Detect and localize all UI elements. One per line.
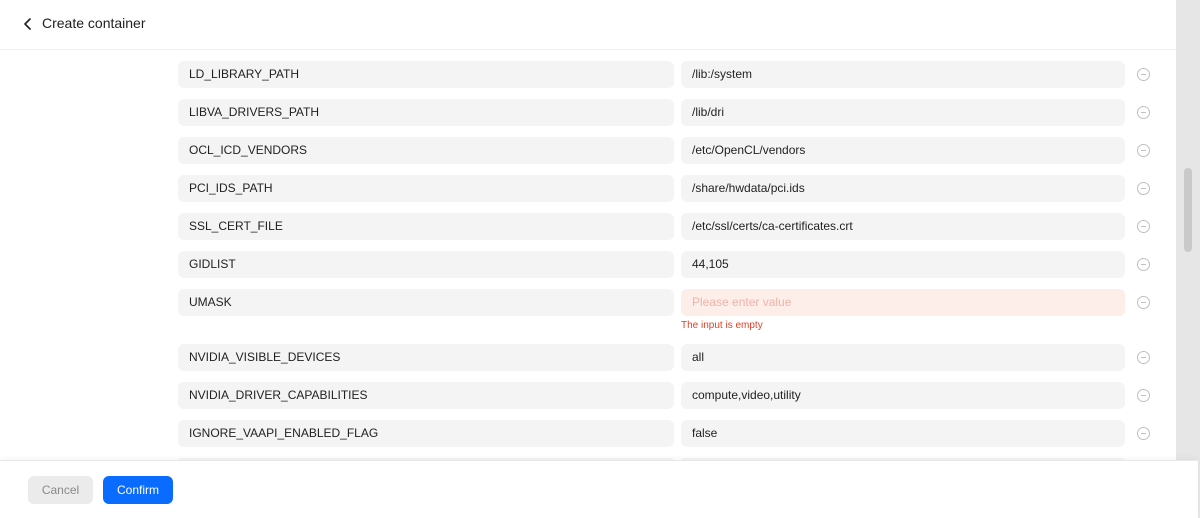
env-var-row: NVIDIA_DRIVER_CAPABILITIES <box>0 382 1176 410</box>
env-var-value[interactable] <box>681 289 1125 316</box>
env-var-key[interactable]: UMASK <box>178 289 674 316</box>
env-var-key[interactable]: SSL_CERT_FILE <box>178 213 674 240</box>
remove-circle-icon[interactable] <box>1137 296 1150 309</box>
remove-circle-icon[interactable] <box>1137 389 1150 402</box>
page-title: Create container <box>42 15 146 31</box>
env-var-row: GIDLIST <box>0 251 1176 279</box>
env-var-key[interactable]: IGNORE_VAAPI_ENABLED_FLAG <box>178 420 674 447</box>
env-var-key[interactable]: OCL_ICD_VENDORS <box>178 137 674 164</box>
env-var-value[interactable] <box>681 61 1125 88</box>
remove-circle-icon[interactable] <box>1137 351 1150 364</box>
env-var-value[interactable] <box>681 251 1125 278</box>
env-var-value[interactable] <box>681 213 1125 240</box>
remove-circle-icon[interactable] <box>1137 144 1150 157</box>
env-var-value[interactable] <box>681 420 1125 447</box>
remove-circle-icon[interactable] <box>1137 106 1150 119</box>
env-var-key[interactable]: LD_LIBRARY_PATH <box>178 61 674 88</box>
env-var-key[interactable]: PCI_IDS_PATH <box>178 175 674 202</box>
env-var-value[interactable] <box>681 382 1125 409</box>
env-var-row: LIBVA_DRIVERS_PATH <box>0 99 1176 127</box>
env-var-row: LD_LIBRARY_PATH <box>0 61 1176 89</box>
env-var-key[interactable]: NVIDIA_VISIBLE_DEVICES <box>178 344 674 371</box>
footer: Cancel Confirm <box>0 460 1198 518</box>
scrollbar-thumb[interactable] <box>1184 168 1192 252</box>
env-var-value[interactable] <box>681 99 1125 126</box>
env-var-value[interactable] <box>681 344 1125 371</box>
header: Create container <box>0 0 1176 50</box>
env-var-row: IGNORE_VAAPI_ENABLED_FLAG <box>0 420 1176 448</box>
remove-circle-icon[interactable] <box>1137 182 1150 195</box>
confirm-button[interactable]: Confirm <box>103 476 173 504</box>
env-var-key[interactable]: GIDLIST <box>178 251 674 278</box>
dialog-panel: Create container LD_LIBRARY_PATH LIBVA_D… <box>0 0 1176 518</box>
error-message: The input is empty <box>681 320 763 331</box>
env-var-row: SSL_CERT_FILE <box>0 213 1176 241</box>
env-var-value[interactable] <box>681 175 1125 202</box>
back-button[interactable] <box>18 14 38 34</box>
remove-circle-icon[interactable] <box>1137 220 1150 233</box>
env-var-row: PCI_IDS_PATH <box>0 175 1176 203</box>
env-var-value[interactable] <box>681 137 1125 164</box>
remove-circle-icon[interactable] <box>1137 427 1150 440</box>
env-var-key[interactable]: NVIDIA_DRIVER_CAPABILITIES <box>178 382 674 409</box>
cancel-button[interactable]: Cancel <box>28 476 93 504</box>
env-var-row: NVIDIA_VISIBLE_DEVICES <box>0 344 1176 372</box>
env-vars-list: LD_LIBRARY_PATH LIBVA_DRIVERS_PATH OCL_I… <box>0 50 1176 460</box>
env-var-row: OCL_ICD_VENDORS <box>0 137 1176 165</box>
remove-circle-icon[interactable] <box>1137 68 1150 81</box>
env-var-key[interactable]: LIBVA_DRIVERS_PATH <box>178 99 674 126</box>
env-var-row: UMASK <box>0 289 1176 317</box>
remove-circle-icon[interactable] <box>1137 258 1150 271</box>
chevron-left-icon <box>24 18 31 30</box>
